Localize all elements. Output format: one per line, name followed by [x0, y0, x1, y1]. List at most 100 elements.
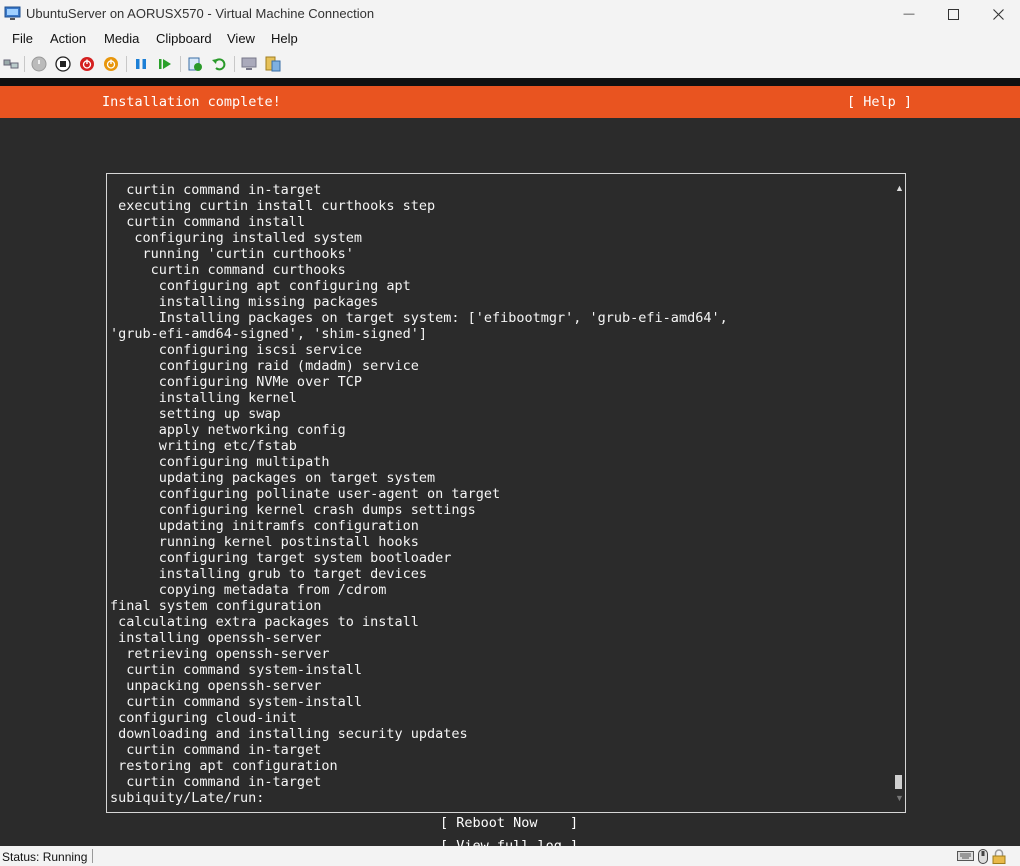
save-state-button[interactable] [102, 55, 120, 73]
log-line: restoring apt configuration [110, 758, 338, 774]
menu-media[interactable]: Media [104, 31, 139, 46]
log-line: running 'curtin curthooks' [110, 246, 354, 262]
log-line: retrieving openssh-server [110, 646, 330, 662]
log-line: curtin command in-target [110, 774, 322, 790]
log-line: installing grub to target devices [110, 566, 427, 582]
log-line: unpacking openssh-server [110, 678, 322, 694]
view-full-log-button[interactable]: [ View full log ] [440, 838, 578, 846]
toolbar-separator [126, 56, 127, 72]
enhanced-session-button[interactable] [240, 55, 258, 73]
keyboard-icon [957, 851, 974, 861]
log-line: configuring apt configuring apt [110, 278, 411, 294]
log-line: installing kernel [110, 390, 297, 406]
shut-down-button[interactable] [78, 55, 96, 73]
ctrl-alt-del-button[interactable] [2, 55, 20, 73]
menu-view[interactable]: View [227, 31, 255, 46]
menu-clipboard[interactable]: Clipboard [156, 31, 212, 46]
log-line: curtin command in-target [110, 742, 322, 758]
revert-button[interactable] [210, 55, 228, 73]
save-icon [104, 57, 118, 71]
vm-status: Status: Running [2, 850, 88, 864]
minimize-icon: ― [903, 8, 915, 20]
toolbar [0, 50, 1020, 79]
scrollbar-thumb[interactable] [895, 775, 902, 789]
turn-off-button[interactable] [54, 55, 72, 73]
revert-icon [212, 58, 226, 71]
log-line: curtin command curthooks [110, 262, 346, 278]
log-line: configuring cloud-init [110, 710, 297, 726]
resume-icon [159, 59, 171, 69]
log-line: curtin command in-target [110, 182, 322, 198]
log-line: configuring installed system [110, 230, 362, 246]
resume-button[interactable] [156, 55, 174, 73]
vm-connection-icon [4, 6, 21, 20]
menu-action[interactable]: Action [50, 31, 86, 46]
close-icon [992, 8, 1004, 20]
log-line: copying metadata from /cdrom [110, 582, 387, 598]
status-separator [92, 849, 93, 863]
log-line: final system configuration [110, 598, 322, 614]
install-log: curtin command in-target executing curti… [110, 182, 728, 806]
install-log-box[interactable]: curtin command in-target executing curti… [106, 173, 906, 813]
lock-icon [992, 849, 1006, 864]
share-icon [265, 56, 281, 72]
toolbar-separator [180, 56, 181, 72]
log-line: configuring NVMe over TCP [110, 374, 362, 390]
installer-header: Installation complete! [ Help ] [0, 86, 1020, 118]
checkpoint-icon [188, 57, 202, 71]
status-bar: Status: Running [0, 846, 1020, 866]
log-line: apply networking config [110, 422, 346, 438]
title-bar: UbuntuServer on AORUSX570 - Virtual Mach… [0, 0, 1020, 28]
log-line: updating initramfs configuration [110, 518, 419, 534]
minimize-button[interactable]: ― [886, 0, 932, 28]
pause-icon [136, 59, 146, 69]
reboot-now-button[interactable]: [ Reboot Now ] [440, 815, 578, 831]
checkpoint-button[interactable] [186, 55, 204, 73]
log-line: Installing packages on target system: ['… [110, 310, 728, 326]
start-button[interactable] [30, 55, 48, 73]
console-top-band [0, 78, 1020, 86]
menu-help[interactable]: Help [271, 31, 298, 46]
turn-off-icon [55, 56, 71, 72]
scroll-up-icon[interactable]: ▲ [895, 183, 904, 193]
share-button[interactable] [264, 55, 282, 73]
help-button[interactable]: [ Help ] [847, 94, 912, 110]
log-line: curtin command install [110, 214, 306, 230]
menu-bar: File Action Media Clipboard View Help [0, 28, 1020, 50]
vm-screen[interactable]: Installation complete! [ Help ] curtin c… [0, 78, 1020, 846]
log-line: setting up swap [110, 406, 281, 422]
shut-down-icon [80, 57, 94, 71]
log-line: downloading and installing security upda… [110, 726, 468, 742]
log-line: writing etc/fstab [110, 438, 297, 454]
toolbar-separator [234, 56, 235, 72]
log-line: configuring multipath [110, 454, 330, 470]
log-line: 'grub-efi-amd64-signed', 'shim-signed'] [110, 326, 427, 342]
menu-file[interactable]: File [12, 31, 33, 46]
maximize-button[interactable] [930, 0, 976, 28]
log-line: running kernel postinstall hooks [110, 534, 419, 550]
log-line: installing missing packages [110, 294, 379, 310]
enhanced-session-icon [241, 57, 257, 70]
log-line: configuring kernel crash dumps settings [110, 502, 476, 518]
pause-button[interactable] [132, 55, 150, 73]
log-line: installing openssh-server [110, 630, 322, 646]
log-line: subiquity/Late/run: [110, 790, 265, 806]
start-icon [31, 56, 47, 72]
mouse-icon [978, 849, 988, 864]
log-line: curtin command system-install [110, 662, 362, 678]
close-button[interactable] [975, 0, 1020, 28]
installer-title: Installation complete! [102, 94, 281, 110]
log-line: configuring pollinate user-agent on targ… [110, 486, 501, 502]
log-line: updating packages on target system [110, 470, 436, 486]
log-line: curtin command system-install [110, 694, 362, 710]
window-title: UbuntuServer on AORUSX570 - Virtual Mach… [26, 6, 375, 21]
scroll-down-icon[interactable]: ▼ [895, 793, 904, 803]
installer-body: curtin command in-target executing curti… [0, 118, 1020, 846]
log-line: configuring iscsi service [110, 342, 362, 358]
log-line: executing curtin install curthooks step [110, 198, 436, 214]
log-line: configuring raid (mdadm) service [110, 358, 419, 374]
toolbar-separator [24, 56, 25, 72]
log-line: configuring target system bootloader [110, 550, 452, 566]
log-line: calculating extra packages to install [110, 614, 419, 630]
ctrl-alt-del-icon [3, 59, 19, 69]
